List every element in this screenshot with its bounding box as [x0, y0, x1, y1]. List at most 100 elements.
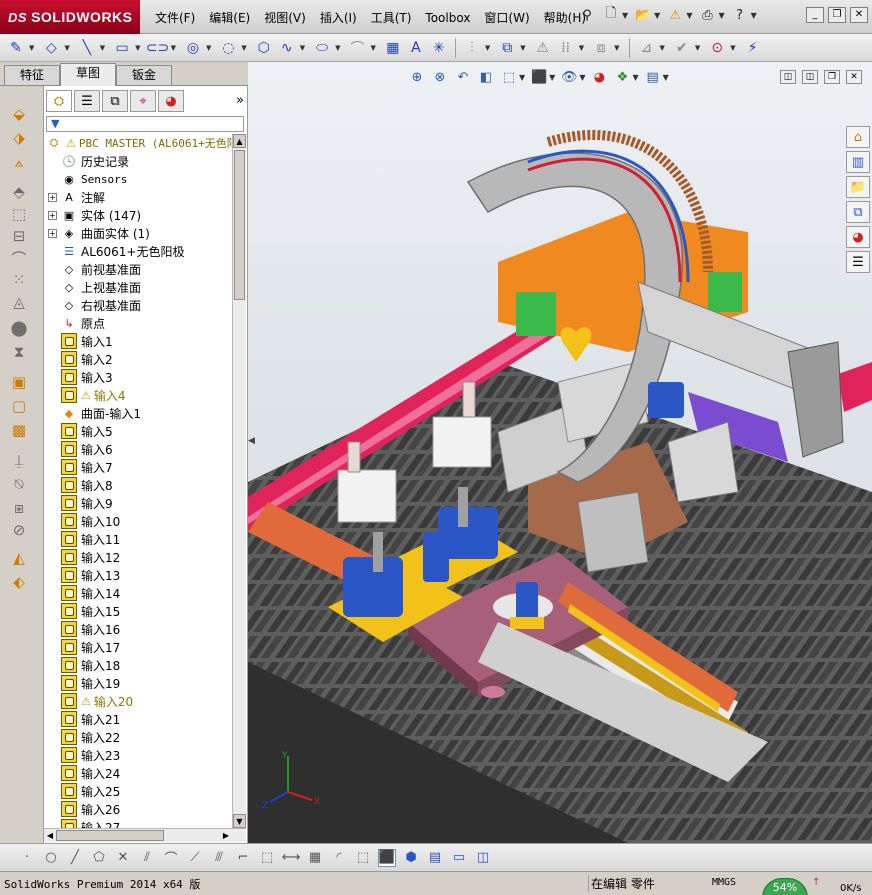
tree-item[interactable]: 输入15	[61, 602, 120, 620]
chevron-down-icon[interactable]: ▼	[614, 44, 619, 52]
chevron-down-icon[interactable]: ▼	[659, 44, 664, 52]
view-settings-icon[interactable]: ▤	[644, 68, 662, 86]
chevron-down-icon[interactable]: ▼	[751, 11, 757, 20]
unit-system-button[interactable]: MMGS	[712, 877, 736, 888]
reference-geometry-icon[interactable]: ▣	[8, 372, 30, 392]
display-style-icon[interactable]: ⬛	[530, 68, 548, 86]
grid-icon[interactable]: ▦	[306, 849, 324, 867]
menu-file[interactable]: 文件(F)	[148, 9, 202, 27]
delete-face-icon[interactable]: ⍉	[8, 474, 30, 494]
sketch-icon[interactable]: ✎	[6, 38, 26, 58]
solidworks-resources-icon[interactable]: ⌂	[846, 126, 870, 148]
chevron-down-icon[interactable]: ▼	[485, 44, 490, 52]
tree-item[interactable]: 输入26	[61, 800, 120, 818]
minimize-icon[interactable]: _	[806, 7, 824, 23]
scroll-left-icon[interactable]: ◀	[44, 829, 56, 842]
tree-item[interactable]: ↳ 原点	[61, 314, 105, 332]
hide-show-items-icon[interactable]: 👁	[560, 68, 578, 86]
tree-item[interactable]: 输入19	[61, 674, 120, 692]
display-manager-tab-icon[interactable]: ◕	[158, 90, 184, 112]
view-orientation-icon[interactable]: ⬚	[500, 68, 518, 86]
viewport-close-icon[interactable]: ✕	[846, 70, 862, 84]
chevron-down-icon[interactable]: ▼	[171, 44, 176, 52]
chevron-down-icon[interactable]: ▼	[663, 73, 669, 82]
chevron-down-icon[interactable]: ▼	[622, 11, 628, 20]
graphics-area[interactable]: ⊕ ⊗ ↶ ◧ ⬚ ▼ ⬛ ▼ 👁 ▼ ◕ ❖ ▼ ▤ ▼ ◫ ◫ ❐ ✕ ⌂ ▥ 📁 ⧉…	[248, 62, 872, 843]
tree-item[interactable]: ◇ 前视基准面	[61, 260, 141, 278]
chevron-down-icon[interactable]: ▼	[135, 44, 140, 52]
feature-tree-tab-icon[interactable]: ⛭	[46, 90, 72, 112]
tree-item[interactable]: 输入1	[61, 332, 113, 350]
tree-item[interactable]: 输入12	[61, 548, 120, 566]
loft-icon[interactable]: ⬘	[8, 182, 30, 202]
edit-appearance-icon[interactable]: ◕	[590, 68, 608, 86]
zoom-to-area-icon[interactable]: ⊗	[431, 68, 449, 86]
expand-icon[interactable]: +	[48, 192, 57, 202]
smart-dimension-icon[interactable]: ◇	[41, 38, 61, 58]
menu-toolbox[interactable]: Toolbox	[418, 9, 477, 27]
tree-item[interactable]: 输入18	[61, 656, 120, 674]
tree-item[interactable]: 输入25	[61, 782, 120, 800]
tree-item[interactable]: 输入2	[61, 350, 113, 368]
tree-item[interactable]: 输入9	[61, 494, 113, 512]
dimension-icon[interactable]: ⟷	[282, 849, 301, 867]
sweep-icon[interactable]: ⟑	[8, 152, 30, 172]
chevron-down-icon[interactable]: ▼	[549, 73, 555, 82]
open-folder-icon[interactable]: 📂	[634, 6, 652, 24]
tree-item[interactable]: 🕓 历史记录	[61, 152, 129, 170]
chevron-down-icon[interactable]: ▼	[695, 44, 700, 52]
tree-item[interactable]: ⚠ 输入4	[61, 386, 126, 404]
view-palette-icon[interactable]: ⧉	[846, 201, 870, 223]
split-icon[interactable]: ◭	[8, 548, 30, 568]
linear-pattern-icon[interactable]: ⁞⁞	[556, 38, 576, 58]
tree-filter-input[interactable]: ▼	[46, 116, 244, 132]
trim-icon[interactable]: ⫽	[138, 849, 156, 867]
zoom-to-fit-icon[interactable]: ⊕	[408, 68, 426, 86]
tree-item[interactable]: 输入13	[61, 566, 120, 584]
custom-properties-icon[interactable]: ☰	[846, 251, 870, 273]
chevron-down-icon[interactable]: ▼	[654, 11, 660, 20]
rapid-sketch-icon[interactable]: ⚡	[743, 38, 763, 58]
instant3d-icon[interactable]: ▩	[8, 420, 30, 440]
tree-item[interactable]: ◇ 右视基准面	[61, 296, 141, 314]
chevron-down-icon[interactable]: ▼	[718, 11, 724, 20]
chevron-down-icon[interactable]: ▼	[519, 73, 525, 82]
pattern-icon[interactable]: ⁙	[8, 270, 30, 290]
tree-item[interactable]: 输入8	[61, 476, 113, 494]
display-icon[interactable]: ▤	[426, 849, 444, 867]
chevron-down-icon[interactable]: ▼	[520, 44, 525, 52]
apply-scene-icon[interactable]: ❖	[613, 68, 631, 86]
move-face-icon[interactable]: ⍊	[8, 450, 30, 470]
line-icon[interactable]: ╲	[77, 38, 97, 58]
restore-icon[interactable]: ❐	[828, 7, 846, 23]
arc-icon[interactable]: ◌	[218, 38, 238, 58]
tree-item[interactable]: 输入6	[61, 440, 113, 458]
tab-sheet-metal[interactable]: 钣金	[116, 65, 172, 85]
tree-item[interactable]: 输入14	[61, 584, 120, 602]
tree-root[interactable]: ⛭ ⚠ PBC MASTER (AL6061+无色阳	[46, 134, 232, 152]
extruded-boss-icon[interactable]: ⬙	[8, 104, 30, 124]
x-line-icon[interactable]: ✕	[114, 849, 132, 867]
scroll-up-icon[interactable]: ▲	[233, 134, 246, 148]
boundary-icon[interactable]: ⬚	[8, 204, 30, 224]
chevron-down-icon[interactable]: ▼	[206, 44, 211, 52]
combine-icon[interactable]: ⬖	[8, 572, 30, 592]
chevron-down-icon[interactable]: ▼	[579, 73, 585, 82]
expand-icon[interactable]: +	[48, 210, 57, 220]
sketch-plane-icon[interactable]: ⬛	[378, 848, 396, 867]
tree-item[interactable]: ☰ AL6061+无色阳极	[61, 242, 184, 260]
rectangle-icon[interactable]: ▭	[112, 38, 132, 58]
tree-horizontal-scrollbar[interactable]: ◀ ▶	[44, 828, 246, 842]
tile-horizontal-icon[interactable]: ◫	[780, 70, 796, 84]
repair-sketch-icon[interactable]: ✔	[672, 38, 692, 58]
scroll-right-icon[interactable]: ▶	[220, 829, 232, 842]
shell-icon[interactable]: ⬤	[8, 318, 30, 338]
extend-icon[interactable]: ⟋	[186, 849, 204, 867]
circle-icon[interactable]: ○	[42, 849, 60, 867]
line-icon[interactable]: ╱	[66, 849, 84, 867]
cad-model-view[interactable]	[248, 62, 872, 843]
print-icon[interactable]: ⎙	[698, 6, 716, 24]
tree-item[interactable]: 输入11	[61, 530, 120, 548]
tree-item[interactable]: 输入21	[61, 710, 120, 728]
tree-item[interactable]: 输入3	[61, 368, 113, 386]
